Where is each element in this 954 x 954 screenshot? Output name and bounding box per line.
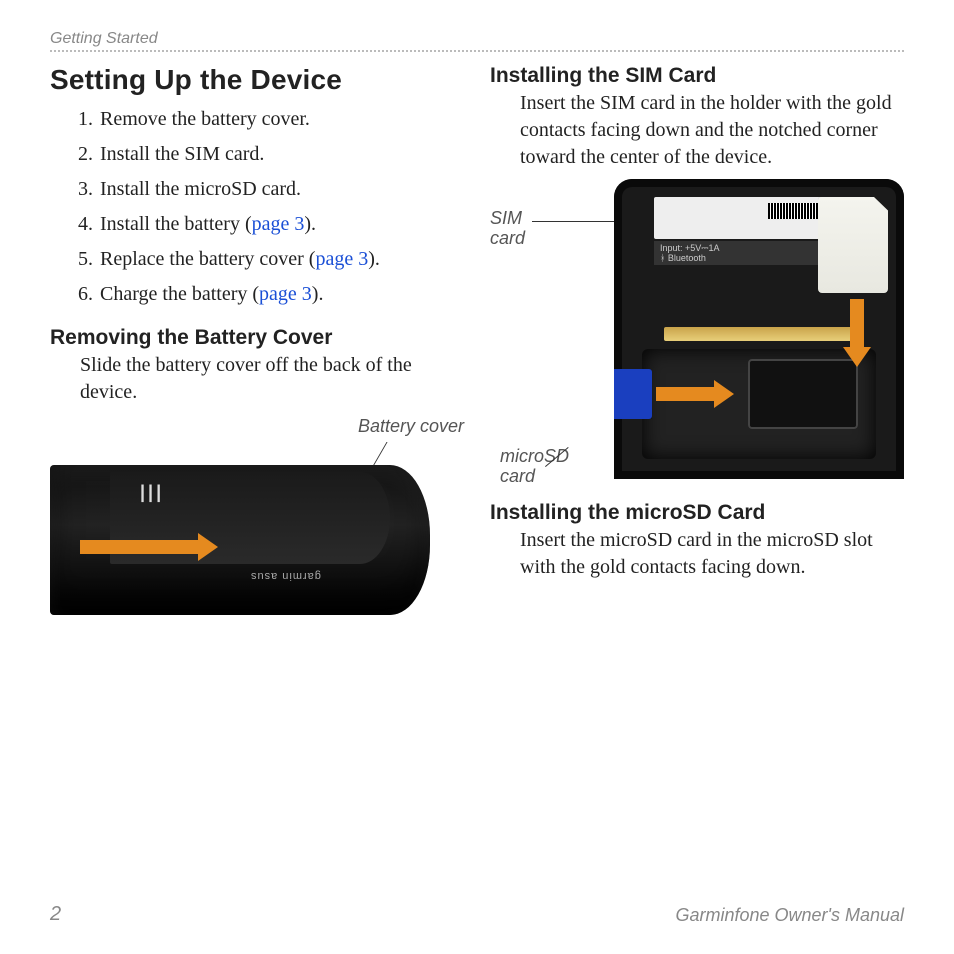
page-number: 2 [50,903,61,926]
step-5-pre: Replace the battery cover ( [100,248,315,270]
right-column: Installing the SIM Card Insert the SIM c… [490,64,904,650]
page-footer: 2 Garminfone Owner's Manual [50,903,904,926]
input-rating: Input: +5V⎓1A [660,243,719,253]
install-sim-text: Insert the SIM card in the holder with t… [490,90,904,171]
sim-caption: SIM card [490,209,525,249]
sim-microsd-figure: SIM card Input: +5V⎓1A ᚼ Bluetooth [490,179,904,489]
contact-bar [664,327,854,341]
page-link[interactable]: page 3 [252,213,305,235]
page-title: Setting Up the Device [50,64,464,96]
card-slot [748,359,858,429]
install-sim-heading: Installing the SIM Card [490,64,904,88]
page-link[interactable]: page 3 [315,248,368,270]
step-4-pre: Install the battery ( [100,213,252,235]
setup-steps-list: Remove the battery cover. Install the SI… [50,104,464,314]
bluetooth-text: Bluetooth [668,253,706,263]
battery-cover-caption: Battery cover [358,416,464,437]
sim-caption-l1: SIM [490,208,522,228]
bluetooth-label: ᚼ Bluetooth [660,253,706,263]
step-3: Install the microSD card. [98,174,464,209]
removing-cover-heading: Removing the Battery Cover [50,326,464,350]
step-6: Charge the battery (page 3). [98,279,464,314]
device-brand-text: garmin asus [250,570,321,582]
step-6-post: ). [312,283,324,305]
step-5: Replace the battery cover (page 3). [98,244,464,279]
sim-caption-l2: card [490,228,525,248]
manual-title: Garminfone Owner's Manual [675,905,904,926]
step-1: Remove the battery cover. [98,104,464,139]
sim-card-illustration [818,197,888,293]
microsd-card-illustration [614,369,652,419]
page-link[interactable]: page 3 [259,283,312,305]
insert-down-arrow-icon [850,299,864,349]
step-4: Install the battery (page 3). [98,209,464,244]
install-microsd-heading: Installing the microSD Card [490,501,904,525]
slide-arrow-icon [80,540,200,554]
removing-cover-text: Slide the battery cover off the back of … [50,352,464,406]
running-head: Getting Started [50,30,904,48]
two-column-layout: Setting Up the Device Remove the battery… [50,64,904,650]
left-column: Setting Up the Device Remove the battery… [50,64,464,650]
header-rule [50,50,904,52]
step-4-post: ). [304,213,316,235]
install-microsd-text: Insert the microSD card in the microSD s… [490,527,904,581]
step-5-post: ). [368,248,380,270]
battery-cover-figure: Battery cover ||| garmin asus [50,410,464,650]
microsd-caption-l2: card [500,466,535,486]
step-6-pre: Charge the battery ( [100,283,259,305]
step-2: Install the SIM card. [98,139,464,174]
grip-lines-icon: ||| [140,482,164,503]
insert-arrow-icon [656,387,716,401]
